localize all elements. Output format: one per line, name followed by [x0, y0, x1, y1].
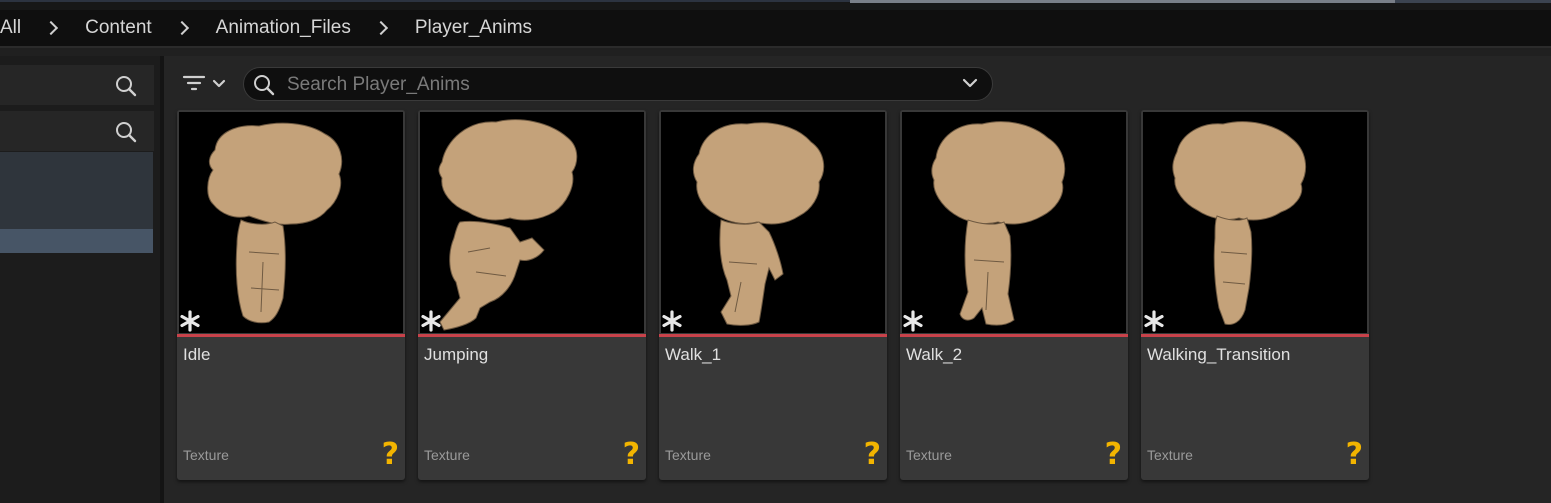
- asterisk-icon: [662, 310, 682, 332]
- asset-type: Texture: [424, 447, 470, 463]
- search-icon[interactable]: [114, 120, 138, 144]
- asset-name: Walk_2: [906, 345, 963, 364]
- divider-line: [0, 46, 1551, 48]
- breadcrumb: All Content Animation_Files Player_Anims: [0, 10, 1551, 46]
- asset-name: Walk_1: [665, 345, 722, 364]
- asset-tile[interactable]: Walking_Transition Texture ?: [1141, 110, 1369, 480]
- breadcrumb-content[interactable]: Content: [85, 17, 152, 39]
- asset-thumbnail: [420, 112, 644, 333]
- asset-type-underline: [900, 334, 1128, 337]
- asset-type-underline: [177, 334, 405, 337]
- asterisk-icon: [903, 310, 923, 332]
- breadcrumb-divider: [0, 46, 1551, 56]
- question-mark-icon: ?: [863, 437, 881, 472]
- favorites-search-bar[interactable]: [0, 65, 154, 105]
- asset-thumbnail: [179, 112, 403, 333]
- asset-type: Texture: [1147, 447, 1193, 463]
- breadcrumb-player-anims[interactable]: Player_Anims: [415, 17, 532, 39]
- asset-tile[interactable]: Jumping Texture ?: [418, 110, 646, 480]
- selected-folder-row[interactable]: [0, 229, 153, 253]
- question-mark-icon: ?: [381, 437, 399, 472]
- asset-thumbnail: [902, 112, 1126, 333]
- question-mark-icon: ?: [622, 437, 640, 472]
- asset-name: Idle: [183, 345, 211, 364]
- asset-type: Texture: [665, 447, 711, 463]
- search-icon: [254, 75, 275, 96]
- asset-type: Texture: [906, 447, 952, 463]
- top-scroll-indicator: [850, 0, 1410, 3]
- asset-type-underline: [418, 334, 646, 337]
- window-top-strip: [0, 0, 1551, 10]
- chevron-down-icon[interactable]: [962, 76, 978, 90]
- sources-panel: [0, 56, 160, 503]
- chevron-right-icon[interactable]: [171, 18, 197, 38]
- breadcrumb-all[interactable]: All: [0, 17, 21, 39]
- search-icon[interactable]: [114, 74, 138, 98]
- chevron-right-icon[interactable]: [370, 18, 396, 38]
- question-mark-icon: ?: [1345, 437, 1363, 472]
- asset-name: Walking_Transition: [1147, 345, 1291, 364]
- asset-tile[interactable]: Walk_2 Texture ?: [900, 110, 1128, 480]
- asterisk-icon: [421, 310, 441, 332]
- asset-thumbnail: [661, 112, 885, 333]
- asset-type: Texture: [183, 447, 229, 463]
- asterisk-icon: [180, 310, 200, 332]
- search-input[interactable]: [285, 72, 949, 98]
- asset-tile[interactable]: Idle Texture ?: [177, 110, 405, 480]
- asset-thumbnail: [1143, 112, 1367, 333]
- filter-button[interactable]: [182, 71, 230, 97]
- folders-search-bar[interactable]: [0, 111, 154, 151]
- breadcrumb-animation-files[interactable]: Animation_Files: [216, 17, 351, 39]
- question-mark-icon: ?: [1104, 437, 1122, 472]
- asset-tile[interactable]: Walk_1 Texture ?: [659, 110, 887, 480]
- asset-search-box[interactable]: [243, 67, 993, 101]
- asterisk-icon: [1144, 310, 1164, 332]
- chevron-right-icon[interactable]: [40, 18, 66, 38]
- top-edge-segment: [1395, 0, 1551, 3]
- asset-name: Jumping: [424, 345, 489, 364]
- filter-icon: [182, 75, 226, 91]
- asset-type-underline: [1141, 334, 1369, 337]
- asset-view: Idle Texture ? Jumping Texture ?: [164, 56, 1551, 503]
- asset-type-underline: [659, 334, 887, 337]
